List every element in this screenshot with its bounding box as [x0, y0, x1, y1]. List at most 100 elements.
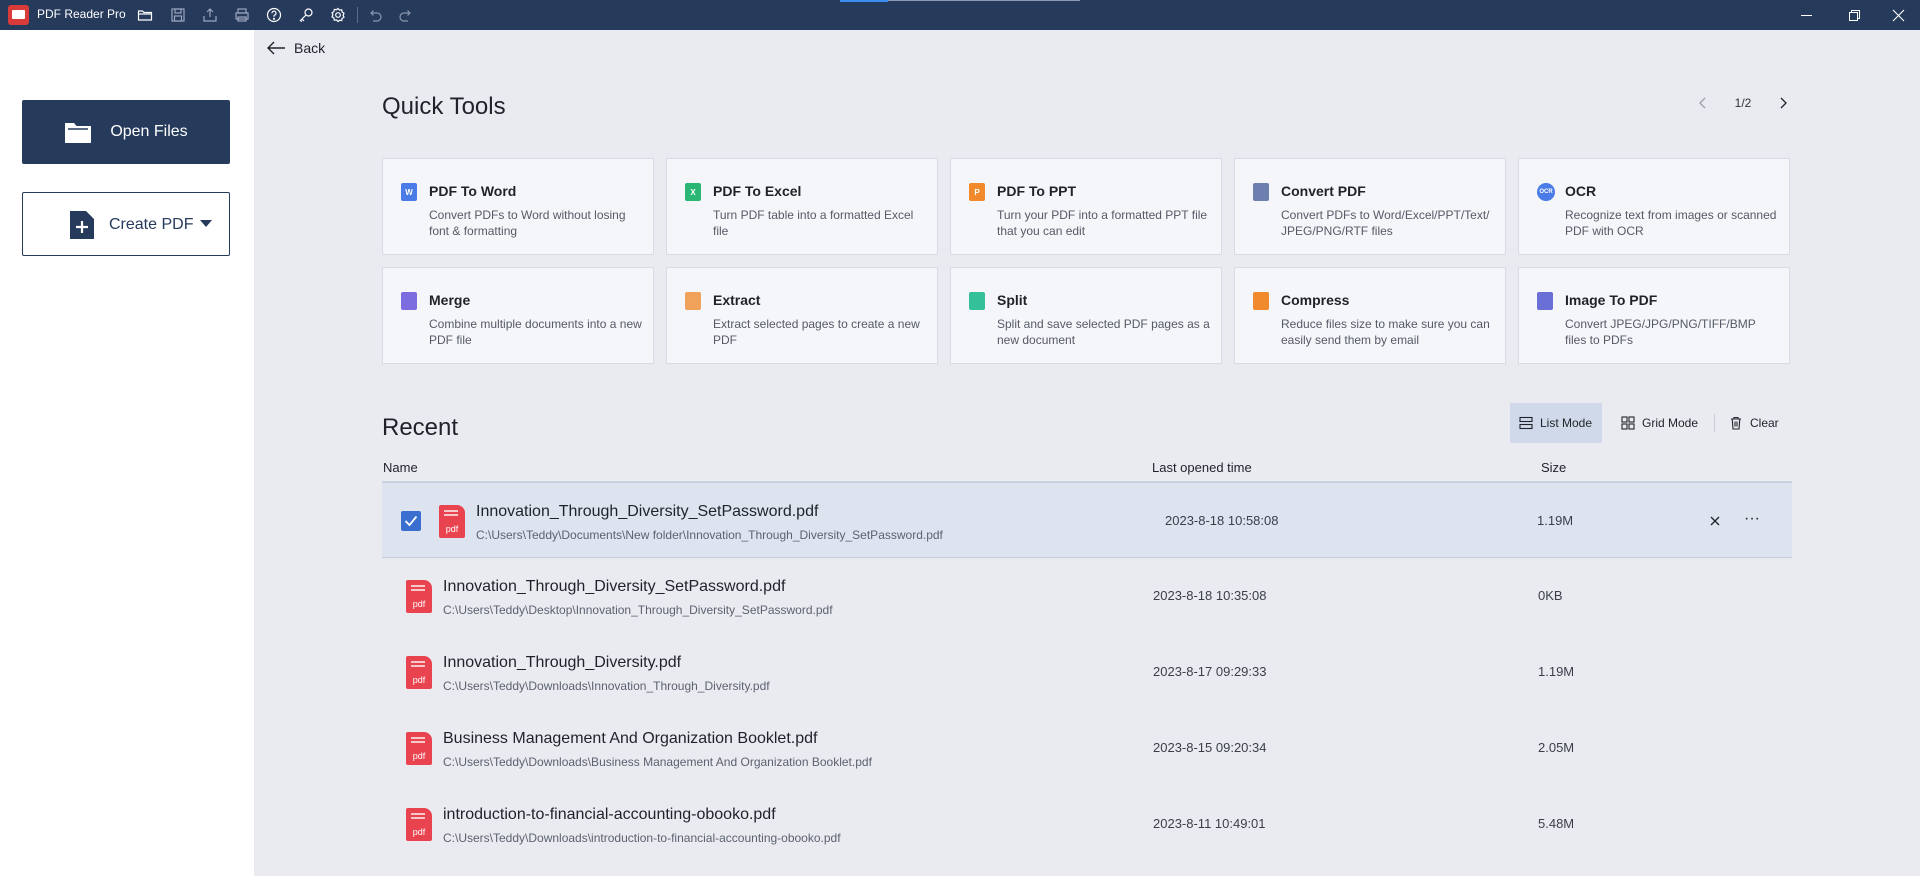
grid-mode-button[interactable]: Grid Mode	[1612, 403, 1707, 443]
previous-page-button[interactable]	[1693, 93, 1713, 113]
list-mode-label: List Mode	[1540, 416, 1593, 430]
file-row[interactable]: pdf Innovation_Through_Diversity_SetPassw…	[382, 558, 1792, 634]
compress-icon	[1253, 292, 1269, 310]
file-path: C:\Users\Teddy\Downloads\introduction-to…	[443, 831, 841, 845]
file-last-opened: 2023-8-18 10:35:08	[1153, 588, 1267, 603]
tool-description: Turn your PDF into a formatted PPT file …	[997, 208, 1208, 238]
pdf-tag: pdf	[412, 751, 426, 761]
file-row[interactable]: pdf Business Management And Organization …	[382, 710, 1792, 786]
tool-card-merge[interactable]: Merge Combine multiple documents into a n…	[382, 267, 654, 364]
save-icon[interactable]	[168, 5, 188, 25]
tool-title: PDF To Excel	[713, 183, 802, 199]
tool-card-image-to-pdf[interactable]: Image To PDF Convert JPEG/JPG/PNG/TIFF/BM…	[1518, 267, 1790, 364]
tool-description: Combine multiple documents into a new PD…	[429, 317, 642, 347]
file-name: Innovation_Through_Diversity_SetPassword…	[443, 578, 786, 595]
redo-icon[interactable]	[396, 5, 416, 25]
open-files-button[interactable]: Open Files	[22, 100, 230, 164]
minimize-button[interactable]	[1784, 0, 1828, 30]
tool-title: Compress	[1281, 292, 1350, 308]
tool-title: Split	[997, 292, 1028, 308]
file-row[interactable]: pdf introduction-to-financial-accounting-…	[382, 786, 1792, 862]
file-size: 5.48M	[1538, 816, 1575, 831]
list-mode-button[interactable]: List Mode	[1510, 403, 1602, 443]
tab-strip	[888, 0, 1080, 1]
image-icon	[1537, 292, 1553, 310]
tool-title: PDF To PPT	[997, 183, 1077, 199]
tool-title: OCR	[1565, 183, 1597, 199]
restore-button[interactable]	[1832, 0, 1876, 30]
open-folder-icon[interactable]	[135, 5, 155, 25]
settings-icon[interactable]	[328, 5, 348, 25]
new-file-icon	[70, 211, 94, 239]
share-icon[interactable]	[200, 5, 220, 25]
word-icon: W	[401, 183, 417, 201]
next-page-button[interactable]	[1773, 93, 1793, 113]
file-row[interactable]: pdf Innovation_Through_Diversity_SetPassw…	[382, 482, 1792, 558]
file-last-opened: 2023-8-15 09:20:34	[1153, 740, 1267, 755]
ocr-icon: OCR	[1537, 183, 1555, 201]
pdf-file-icon: pdf	[406, 580, 432, 613]
back-label: Back	[294, 40, 326, 56]
tool-title: Merge	[429, 292, 471, 308]
tool-title: Extract	[713, 292, 761, 308]
pdf-tag: pdf	[412, 675, 426, 685]
help-icon[interactable]	[264, 5, 284, 25]
arrow-left-icon	[267, 41, 285, 55]
file-last-opened: 2023-8-11 10:49:01	[1153, 816, 1266, 831]
create-pdf-button[interactable]: Create PDF	[22, 192, 230, 256]
chevron-right-icon	[1780, 97, 1787, 109]
file-name: Innovation_Through_Diversity_SetPassword…	[476, 503, 819, 520]
more-options-button[interactable]: ···	[1740, 511, 1764, 527]
tool-card-convert-pdf[interactable]: Convert PDF Convert PDFs to Word/Excel/PP…	[1234, 158, 1506, 255]
remove-recent-button[interactable]	[1707, 513, 1723, 529]
column-header-time[interactable]: Last opened time	[1152, 460, 1252, 475]
file-path: C:\Users\Teddy\Desktop\Innovation_Throug…	[443, 603, 833, 617]
toolbar-divider	[357, 7, 358, 23]
pdf-file-icon: pdf	[406, 808, 432, 841]
clear-label: Clear	[1750, 416, 1779, 430]
tool-card-split[interactable]: Split Split and save selected PDF pages a…	[950, 267, 1222, 364]
create-pdf-label: Create PDF	[109, 216, 194, 233]
pdf-file-icon: pdf	[406, 732, 432, 765]
recent-title: Recent	[382, 414, 459, 441]
key-icon[interactable]	[296, 5, 316, 25]
pdf-tag: pdf	[445, 524, 459, 534]
column-header-size[interactable]: Size	[1541, 460, 1566, 475]
file-size: 1.19M	[1537, 513, 1574, 528]
file-name: Innovation_Through_Diversity.pdf	[443, 654, 682, 671]
pdf-file-icon: pdf	[406, 656, 432, 689]
file-name: introduction-to-financial-accounting-obo…	[443, 806, 776, 823]
ppt-icon: P	[969, 183, 985, 201]
trash-icon	[1731, 416, 1741, 430]
tool-description: Turn PDF table into a formatted Excel fi…	[713, 208, 914, 238]
app-title: PDF Reader Pro	[37, 7, 126, 21]
file-path: C:\Users\Teddy\Documents\New folder\Inno…	[476, 528, 943, 542]
folder-icon	[65, 123, 92, 143]
toolbar-divider	[1714, 414, 1715, 432]
file-size: 1.19M	[1538, 664, 1575, 679]
chevron-down-icon[interactable]	[200, 220, 212, 227]
file-row[interactable]: pdf Innovation_Through_Diversity.pdf C:\Us…	[382, 634, 1792, 710]
tool-card-ocr[interactable]: OCR OCR Recognize text from images or scan…	[1518, 158, 1790, 255]
file-size: 0KB	[1538, 588, 1563, 603]
grid-mode-label: Grid Mode	[1642, 416, 1699, 430]
column-header-name[interactable]: Name	[383, 460, 418, 475]
back-button[interactable]: Back	[266, 40, 325, 56]
file-size: 2.05M	[1538, 740, 1575, 755]
tool-card-pdf-to-word[interactable]: W PDF To Word Convert PDFs to Word without…	[382, 158, 654, 255]
merge-icon	[401, 292, 417, 310]
print-icon[interactable]	[232, 5, 252, 25]
undo-icon[interactable]	[365, 5, 385, 25]
close-window-button[interactable]	[1876, 0, 1920, 30]
clear-button[interactable]: Clear	[1720, 403, 1788, 443]
app-logo-icon	[8, 5, 29, 25]
tool-description: Reduce files size to make sure you can e…	[1281, 317, 1490, 347]
tool-card-pdf-to-ppt[interactable]: P PDF To PPT Turn your PDF into a formatte…	[950, 158, 1222, 255]
tool-card-extract[interactable]: Extract Extract selected pages to create …	[666, 267, 938, 364]
row-checkbox[interactable]	[401, 511, 421, 531]
grid-icon	[1621, 416, 1635, 430]
tool-card-compress[interactable]: Compress Reduce files size to make sure y…	[1234, 267, 1506, 364]
close-icon	[1710, 516, 1720, 526]
tool-card-pdf-to-excel[interactable]: X PDF To Excel Turn PDF table into a forma…	[666, 158, 938, 255]
quick-tools-pager: 1/2	[1693, 92, 1793, 114]
